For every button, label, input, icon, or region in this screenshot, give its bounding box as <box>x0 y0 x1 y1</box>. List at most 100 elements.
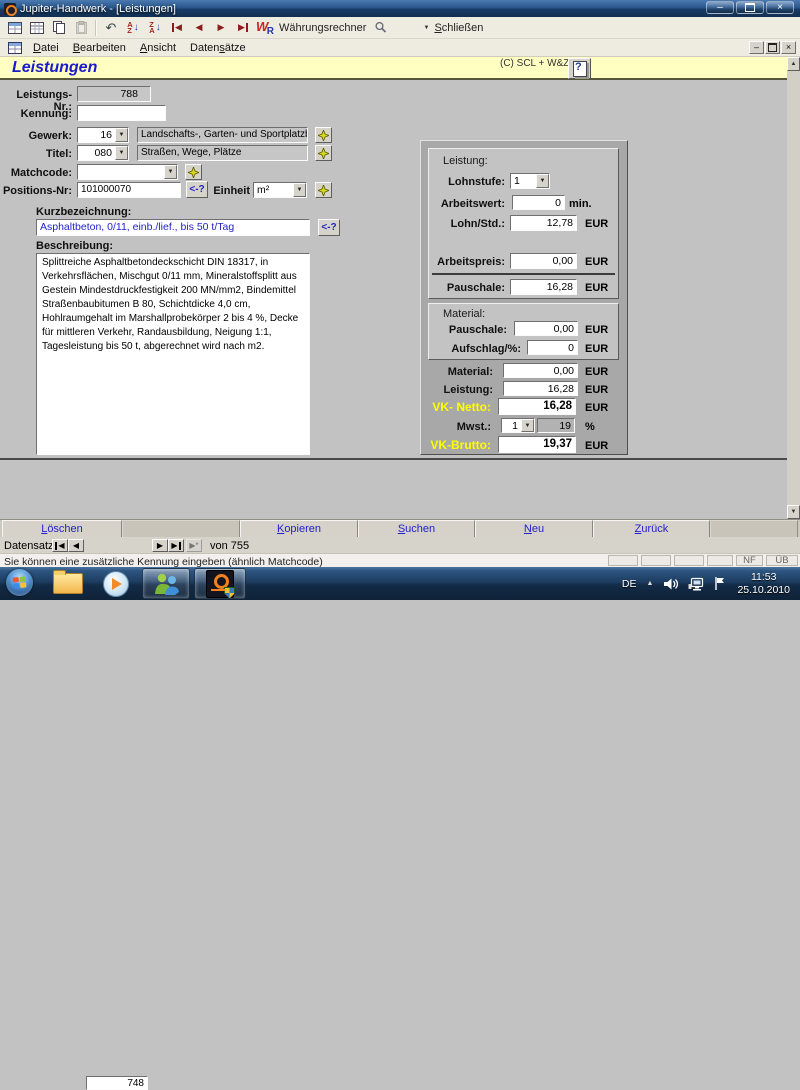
mwst-label: Mwst.: <box>421 421 491 433</box>
arbeitspreis-unit: EUR <box>585 256 608 268</box>
neu-button[interactable]: Neu <box>475 520 593 538</box>
copy-button[interactable] <box>49 18 69 37</box>
messenger-icon <box>151 571 181 597</box>
matchcode-label: Matchcode: <box>0 167 72 179</box>
kurzbezeichnung-field[interactable]: Asphaltbeton, 0/11, einb./lief., bis 50 … <box>36 219 310 236</box>
form-view-button[interactable] <box>5 18 25 37</box>
app-icon <box>4 3 16 15</box>
datasheet-view-button[interactable] <box>27 18 47 37</box>
maximize-button[interactable] <box>736 1 764 14</box>
jupiter-app-icon <box>206 570 234 598</box>
sort-descending-button[interactable]: ZA↓ <box>145 18 165 37</box>
first-record-icon: ◀ <box>172 23 182 32</box>
pauschale-label: Pauschale: <box>429 282 505 294</box>
vk-brutto-label: VK-Brutto: <box>421 438 491 452</box>
chevron-down-icon[interactable]: ▼ <box>521 419 534 432</box>
mdi-restore-button[interactable] <box>765 41 780 54</box>
matchcode-combobox[interactable]: ▼ <box>77 164 178 180</box>
einheit-detail-button[interactable] <box>315 182 332 198</box>
summary-leistung-label: Leistung: <box>421 384 493 396</box>
mdi-close-button[interactable]: × <box>781 41 796 54</box>
scroll-up-icon[interactable]: ▲ <box>787 57 800 71</box>
currency-calculator-label[interactable]: Währungsrechner <box>279 22 366 34</box>
beschreibung-textarea[interactable]: Splittreiche Asphaltbetondeckschicht DIN… <box>36 253 310 455</box>
messenger-taskbar-button[interactable] <box>142 568 190 599</box>
loeschen-button[interactable]: Löschen <box>2 520 122 538</box>
currency-calculator-button[interactable]: WR <box>255 18 275 37</box>
form-header-band <box>0 57 787 80</box>
menu-datei[interactable]: Datei <box>33 42 59 54</box>
matchcode-detail-button[interactable] <box>185 164 202 180</box>
vk-netto-label: VK- Netto: <box>421 400 491 414</box>
last-record-button[interactable]: ▶ <box>233 18 253 37</box>
vk-netto-field[interactable]: 16,28 <box>498 398 576 415</box>
network-icon[interactable] <box>688 577 704 591</box>
system-tray: DE ▲ 11:53 25.10.2010 <box>617 567 800 600</box>
undo-button[interactable]: ↶ <box>101 18 121 37</box>
jupiter-taskbar-button[interactable] <box>194 568 246 599</box>
next-record-nav-button[interactable]: ▶ <box>152 539 168 552</box>
mwst-combobox[interactable]: 1 ▼ <box>501 418 535 433</box>
positionsnr-field[interactable]: 101000070 <box>77 182 181 198</box>
menu-ansicht[interactable]: Ansicht <box>140 42 176 54</box>
einheit-combobox[interactable]: m² ▼ <box>253 182 307 198</box>
chevron-down-icon[interactable]: ▼ <box>536 174 549 188</box>
arbeitswert-unit: min. <box>569 198 592 210</box>
action-center-flag-icon[interactable] <box>714 576 726 591</box>
arbeitswert-field[interactable]: 0 <box>512 195 565 210</box>
positionsnr-lookup-button[interactable]: <-? <box>186 181 208 198</box>
vk-brutto-field[interactable]: 19,37 <box>498 436 576 453</box>
toolbar-dropdown-icon[interactable]: ▼ <box>421 25 431 31</box>
material-pauschale-field[interactable]: 0,00 <box>514 321 578 336</box>
minimize-button[interactable]: – <box>706 1 734 14</box>
help-button[interactable]: ? <box>568 58 591 79</box>
close-button[interactable]: × <box>766 1 794 14</box>
sort-ascending-button[interactable]: AZ↓ <box>123 18 143 37</box>
start-button[interactable] <box>6 569 33 596</box>
einheit-label: Einheit <box>206 185 250 197</box>
lohnstd-field[interactable]: 12,78 <box>510 215 577 231</box>
toolbar-close-button[interactable]: Schließen <box>434 22 483 34</box>
tray-expand-icon[interactable]: ▲ <box>647 580 654 587</box>
summary-material-unit: EUR <box>585 366 608 378</box>
search-button[interactable] <box>370 18 390 37</box>
titel-combobox[interactable]: 080 ▼ <box>77 145 129 161</box>
chevron-down-icon[interactable]: ▼ <box>293 183 306 197</box>
summary-material-field[interactable]: 0,00 <box>503 363 578 378</box>
aufschlag-field[interactable]: 0 <box>527 340 578 355</box>
language-indicator[interactable]: DE <box>622 578 637 590</box>
suchen-button[interactable]: Suchen <box>358 520 475 538</box>
record-number-field[interactable]: 748 <box>86 1076 148 1090</box>
chevron-down-icon[interactable]: ▼ <box>115 146 128 160</box>
volume-icon[interactable] <box>663 577 678 591</box>
next-record-button[interactable]: ▶ <box>211 18 231 37</box>
menu-datensaetze[interactable]: Datensätze <box>190 42 246 54</box>
lohnstufe-combobox[interactable]: 1 ▼ <box>510 173 550 189</box>
first-record-button[interactable]: ◀ <box>167 18 187 37</box>
chevron-down-icon[interactable]: ▼ <box>115 128 128 142</box>
taskbar-clock[interactable]: 11:53 25.10.2010 <box>737 571 790 597</box>
explorer-taskbar-button[interactable] <box>48 568 88 599</box>
window-menu-icon[interactable] <box>8 42 22 54</box>
record-navigator: Datensatz: ◀ ◀ 748 ▶ ▶ ▶* von 755 <box>0 537 800 553</box>
pauschale-field[interactable]: 16,28 <box>510 279 577 295</box>
gewerk-detail-button[interactable] <box>315 127 332 143</box>
kurzbezeichnung-lookup-button[interactable]: <-? <box>318 219 340 236</box>
media-player-taskbar-button[interactable] <box>96 568 136 599</box>
last-record-nav-button[interactable]: ▶ <box>168 539 184 552</box>
gewerk-combobox[interactable]: 16 ▼ <box>77 127 129 143</box>
titel-detail-button[interactable] <box>315 145 332 161</box>
previous-record-button[interactable]: ◀ <box>189 18 209 37</box>
kopieren-button[interactable]: Kopieren <box>240 520 358 538</box>
chevron-down-icon[interactable]: ▼ <box>164 165 177 179</box>
menu-bearbeiten[interactable]: Bearbeiten <box>73 42 126 54</box>
summary-leistung-field[interactable]: 16,28 <box>503 381 578 396</box>
vertical-scrollbar[interactable]: ▲ ▼ <box>787 57 800 519</box>
zurueck-button[interactable]: Zurück <box>593 520 710 538</box>
scroll-down-icon[interactable]: ▼ <box>787 505 800 519</box>
previous-record-nav-button[interactable]: ◀ <box>68 539 84 552</box>
kennung-field[interactable] <box>77 105 166 121</box>
arbeitspreis-field[interactable]: 0,00 <box>510 253 577 269</box>
first-record-nav-button[interactable]: ◀ <box>52 539 68 552</box>
mdi-minimize-button[interactable]: – <box>749 41 764 54</box>
